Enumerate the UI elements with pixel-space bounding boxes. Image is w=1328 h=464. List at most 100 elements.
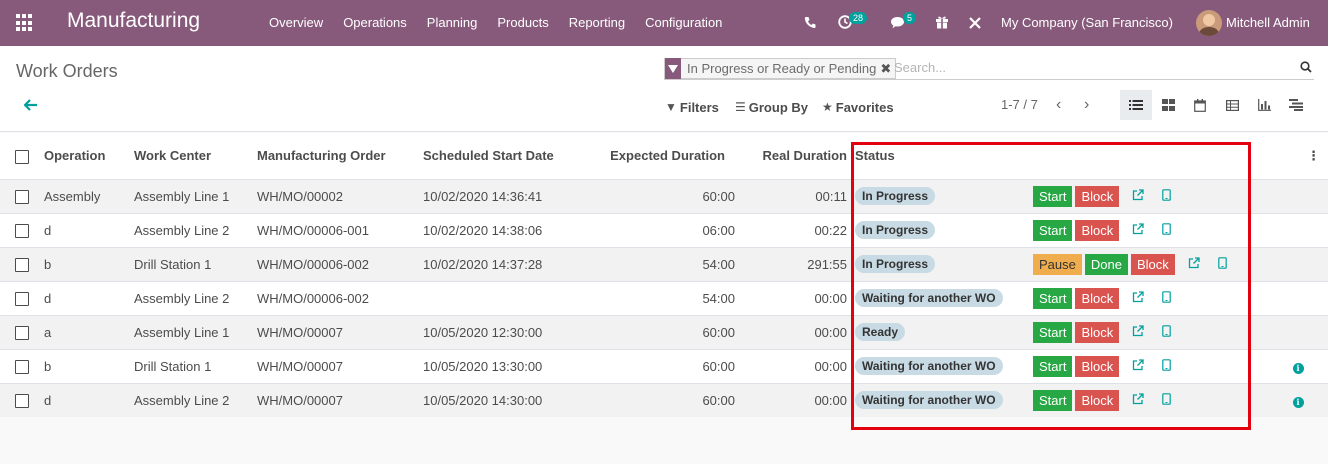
cell-actions: Start Block (1033, 281, 1268, 316)
phone-icon[interactable] (804, 16, 816, 29)
start-button[interactable]: Start (1033, 287, 1073, 309)
table-row[interactable]: d Assembly Line 2 WH/MO/00006-002 54:00 00:0… (0, 281, 1328, 316)
block-button[interactable]: Block (1075, 355, 1120, 377)
favorites-button[interactable]: ★ Favorites (822, 98, 894, 116)
open-external-icon[interactable] (1188, 256, 1200, 272)
block-button[interactable]: Block (1075, 219, 1120, 241)
group-by-button[interactable]: ☰ Group By (735, 98, 808, 116)
menu-item-reporting[interactable]: Reporting (559, 0, 635, 46)
open-external-icon[interactable] (1132, 222, 1144, 238)
company-switcher[interactable]: My Company (San Francisco) (1001, 0, 1173, 46)
search-input[interactable] (894, 60, 1274, 75)
row-checkbox[interactable] (0, 315, 44, 350)
tablet-view-icon[interactable] (1162, 358, 1172, 374)
open-external-icon[interactable] (1132, 392, 1144, 408)
work-orders-list: Operation Work Center Manufacturing Orde… (0, 133, 1328, 418)
header-scheduled-start[interactable]: Scheduled Start Date (423, 133, 609, 180)
header-operation[interactable]: Operation (44, 133, 134, 180)
block-button[interactable]: Block (1075, 287, 1120, 309)
cell-real-duration: 00:00 (735, 383, 847, 418)
cell-actions: Start Block (1033, 383, 1268, 418)
table-row[interactable]: Assembly Assembly Line 1 WH/MO/00002 10/02/… (0, 179, 1328, 214)
table-row[interactable]: a Assembly Line 1 WH/MO/00007 10/05/2020 12… (0, 315, 1328, 350)
graph-view-button[interactable] (1248, 90, 1280, 120)
header-work-center[interactable]: Work Center (134, 133, 257, 180)
block-button[interactable]: Block (1130, 253, 1175, 275)
back-arrow-icon[interactable] (23, 98, 38, 115)
menu-item-planning[interactable]: Planning (417, 0, 488, 46)
row-checkbox[interactable] (0, 179, 44, 214)
start-button[interactable]: Start (1033, 219, 1073, 241)
menu-item-configuration[interactable]: Configuration (635, 0, 732, 46)
row-checkbox[interactable] (0, 349, 44, 384)
select-all-checkbox[interactable] (0, 133, 44, 180)
cell-manufacturing-order: WH/MO/00006-002 (257, 247, 423, 282)
start-button[interactable]: Start (1033, 185, 1073, 207)
row-checkbox[interactable] (0, 281, 44, 316)
header-expected-duration[interactable]: Expected Duration (609, 133, 735, 180)
info-icon[interactable]: i (1292, 396, 1304, 408)
cell-real-duration: 00:11 (735, 179, 847, 214)
debug-tools-icon[interactable] (968, 16, 982, 30)
tablet-view-icon[interactable] (1162, 222, 1172, 238)
cell-status: Waiting for another WO (855, 383, 1033, 418)
user-menu[interactable]: Mitchell Admin (1226, 0, 1310, 46)
menu-item-overview[interactable]: Overview (259, 0, 333, 46)
tablet-view-icon[interactable] (1162, 188, 1172, 204)
tablet-view-icon[interactable] (1217, 256, 1227, 272)
user-avatar[interactable] (1196, 10, 1222, 36)
row-checkbox[interactable] (0, 247, 44, 282)
kanban-view-button[interactable] (1152, 90, 1184, 120)
start-button[interactable]: Start (1033, 389, 1073, 411)
cell-expected-duration: 60:00 (609, 179, 735, 214)
table-row[interactable]: d Assembly Line 2 WH/MO/00007 10/05/2020 14… (0, 383, 1328, 418)
block-button[interactable]: Block (1075, 185, 1120, 207)
table-row[interactable]: b Drill Station 1 WH/MO/00006-002 10/02/202… (0, 247, 1328, 282)
group-by-label: Group By (748, 99, 808, 115)
cell-info (1268, 247, 1328, 282)
pager-value[interactable]: 1-7 / 7 (1001, 97, 1038, 112)
cell-expected-duration: 54:00 (609, 281, 735, 316)
search-icon[interactable] (1300, 61, 1312, 73)
pause-button[interactable]: Pause (1033, 253, 1082, 275)
cell-status: Ready (855, 315, 1033, 350)
done-button[interactable]: Done (1084, 253, 1128, 275)
header-status[interactable]: Status (855, 133, 1033, 180)
tablet-view-icon[interactable] (1162, 290, 1172, 306)
pager-next-icon[interactable]: › (1084, 96, 1089, 114)
kanban-icon (1161, 99, 1175, 111)
calendar-view-button[interactable] (1184, 90, 1216, 120)
info-icon[interactable]: i (1292, 362, 1304, 374)
filters-button[interactable]: ▼ Filters (665, 98, 719, 116)
gantt-view-button[interactable] (1280, 90, 1312, 120)
block-button[interactable]: Block (1075, 321, 1120, 343)
start-button[interactable]: Start (1033, 355, 1073, 377)
cell-actions: Start Block (1033, 315, 1268, 350)
header-real-duration[interactable]: Real Duration (735, 133, 847, 180)
open-external-icon[interactable] (1132, 290, 1144, 306)
app-brand[interactable]: Manufacturing (67, 9, 200, 33)
table-row[interactable]: d Assembly Line 2 WH/MO/00006-001 10/02/202… (0, 213, 1328, 248)
tablet-view-icon[interactable] (1162, 324, 1172, 340)
pager-previous-icon[interactable]: ‹ (1056, 96, 1061, 114)
pivot-view-button[interactable] (1216, 90, 1248, 120)
menu-item-operations[interactable]: Operations (333, 0, 417, 46)
row-checkbox[interactable] (0, 213, 44, 248)
start-button[interactable]: Start (1033, 321, 1073, 343)
open-external-icon[interactable] (1132, 358, 1144, 374)
cell-info: i (1268, 349, 1328, 384)
menu-item-products[interactable]: Products (487, 0, 558, 46)
column-options-icon[interactable]: ⋮ (1268, 133, 1328, 180)
open-external-icon[interactable] (1132, 188, 1144, 204)
row-checkbox[interactable] (0, 383, 44, 418)
facet-remove-icon[interactable]: ✖ (880, 61, 895, 77)
list-view-button[interactable] (1120, 90, 1152, 120)
apps-menu-icon[interactable] (16, 14, 34, 32)
gift-icon[interactable] (935, 15, 949, 29)
block-button[interactable]: Block (1075, 389, 1120, 411)
table-row[interactable]: b Drill Station 1 WH/MO/00007 10/05/2020 13… (0, 349, 1328, 384)
open-external-icon[interactable] (1132, 324, 1144, 340)
cell-manufacturing-order: WH/MO/00007 (257, 315, 423, 350)
header-manufacturing-order[interactable]: Manufacturing Order (257, 133, 423, 180)
tablet-view-icon[interactable] (1162, 392, 1172, 408)
